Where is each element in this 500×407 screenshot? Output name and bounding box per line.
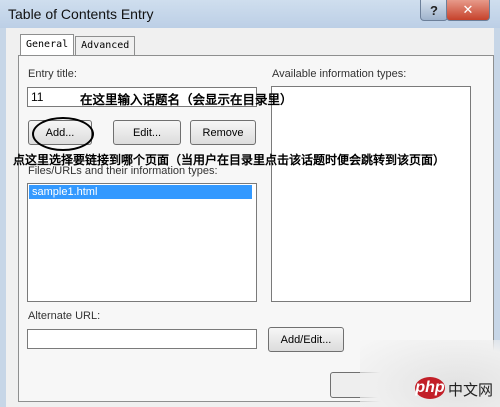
watermark-text: 中文网 xyxy=(448,382,494,399)
tab-advanced[interactable]: Advanced xyxy=(75,36,136,56)
tab-general[interactable]: General xyxy=(20,34,75,57)
edit-button[interactable]: Edit... xyxy=(113,120,181,145)
entry-title-value: 11 xyxy=(31,90,44,104)
list-item[interactable]: sample1.html xyxy=(29,185,252,199)
entry-title-label: Entry title: xyxy=(28,68,77,80)
available-types-label: Available information types: xyxy=(272,68,407,80)
window-title: Table of Contents Entry xyxy=(8,6,154,22)
remove-button[interactable]: Remove xyxy=(190,120,256,145)
close-button[interactable]: ✕ xyxy=(446,0,490,21)
watermark-logo: php xyxy=(415,377,445,399)
alternate-url-input[interactable] xyxy=(27,329,257,349)
link-hint-annotation: 点这里选择要链接到哪个页面（当用户在目录里点击该话题时便会跳转到该页面） xyxy=(13,153,446,167)
available-types-list[interactable] xyxy=(271,86,471,302)
title-bar: Table of Contents Entry ? ✕ xyxy=(0,0,500,28)
highlight-oval xyxy=(32,117,94,151)
dialog-window: Table of Contents Entry ? ✕ General Adva… xyxy=(0,0,500,407)
tab-strip: General Advanced xyxy=(20,34,136,57)
title-hint-annotation: 在这里输入话题名（会显示在目录里） xyxy=(80,92,293,107)
help-button[interactable]: ? xyxy=(420,0,448,21)
files-list[interactable] xyxy=(27,183,257,302)
add-edit-button[interactable]: Add/Edit... xyxy=(268,327,344,352)
alternate-url-label: Alternate URL: xyxy=(28,310,101,322)
